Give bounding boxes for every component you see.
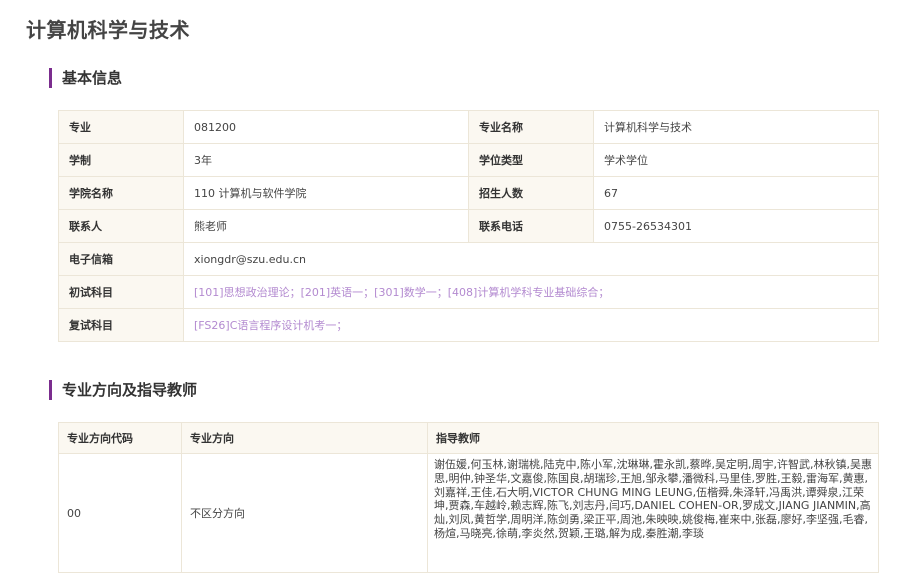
- field-label: 联系电话: [468, 209, 594, 243]
- email-label: 电子信箱: [58, 242, 184, 276]
- field-value: 计算机科学与技术: [593, 110, 879, 144]
- initial-exam-subjects: [101]思想政治理论；[201]英语一；[301]数学一；[408]计算机学科…: [183, 275, 879, 309]
- table-row: 电子信箱 xiongdr@szu.edu.cn: [58, 242, 879, 276]
- advisor-list: 谢伍媛,何玉林,谢瑞桃,陆克中,陈小军,沈琳琳,霍永凯,蔡晔,吴定明,周宇,许智…: [427, 453, 879, 573]
- table-row: 专业 081200 专业名称 计算机科学与技术: [58, 110, 879, 144]
- column-header-direction: 专业方向: [181, 422, 428, 454]
- field-label: 联系人: [58, 209, 184, 243]
- field-label: 招生人数: [468, 176, 594, 210]
- field-label: 专业: [58, 110, 184, 144]
- page: 计算机科学与技术 基本信息 专业 081200 专业名称 计算机科学与技术 学制…: [0, 0, 922, 573]
- field-value: 学术学位: [593, 143, 879, 177]
- field-value: 67: [593, 176, 879, 210]
- field-label: 专业名称: [468, 110, 594, 144]
- field-value: 110 计算机与软件学院: [183, 176, 469, 210]
- retest-label: 复试科目: [58, 308, 184, 342]
- table-row: 复试科目 [FS26]C语言程序设计机考一；: [58, 308, 879, 342]
- exam-subject-link-408[interactable]: [408]计算机学科专业基础综合；: [448, 286, 610, 299]
- field-label: 学制: [58, 143, 184, 177]
- table-row: 初试科目 [101]思想政治理论；[201]英语一；[301]数学一；[408]…: [58, 275, 879, 309]
- section-title-directions: 专业方向及指导教师: [49, 380, 197, 400]
- table-row: 00 不区分方向 谢伍媛,何玉林,谢瑞桃,陆克中,陈小军,沈琳琳,霍永凯,蔡晔,…: [58, 453, 879, 573]
- field-value: 0755-26534301: [593, 209, 879, 243]
- section-title-basic-info: 基本信息: [49, 68, 122, 88]
- field-value: 081200: [183, 110, 469, 144]
- page-title: 计算机科学与技术: [26, 18, 190, 42]
- retest-subjects: [FS26]C语言程序设计机考一；: [183, 308, 879, 342]
- direction-code: 00: [58, 453, 182, 573]
- initial-exam-label: 初试科目: [58, 275, 184, 309]
- table-row: 学院名称 110 计算机与软件学院 招生人数 67: [58, 176, 879, 210]
- exam-subject-link-101[interactable]: [101]思想政治理论；: [194, 286, 301, 299]
- basic-info-table: 专业 081200 专业名称 计算机科学与技术 学制 3年 学位类型 学术学位 …: [58, 110, 879, 342]
- exam-subject-link-301[interactable]: [301]数学一；: [374, 286, 448, 299]
- column-header-code: 专业方向代码: [58, 422, 182, 454]
- table-row: 学制 3年 学位类型 学术学位: [58, 143, 879, 177]
- directions-table: 专业方向代码 专业方向 指导教师 00 不区分方向 谢伍媛,何玉林,谢瑞桃,陆克…: [58, 422, 879, 573]
- direction-name: 不区分方向: [181, 453, 428, 573]
- retest-subject-link-fs26[interactable]: [FS26]C语言程序设计机考一；: [194, 319, 347, 332]
- field-label: 学位类型: [468, 143, 594, 177]
- table-header-row: 专业方向代码 专业方向 指导教师: [58, 422, 879, 454]
- column-header-advisors: 指导教师: [427, 422, 879, 454]
- email-value: xiongdr@szu.edu.cn: [183, 242, 879, 276]
- field-label: 学院名称: [58, 176, 184, 210]
- field-value: 熊老师: [183, 209, 469, 243]
- table-row: 联系人 熊老师 联系电话 0755-26534301: [58, 209, 879, 243]
- field-value: 3年: [183, 143, 469, 177]
- exam-subject-link-201[interactable]: [201]英语一；: [301, 286, 375, 299]
